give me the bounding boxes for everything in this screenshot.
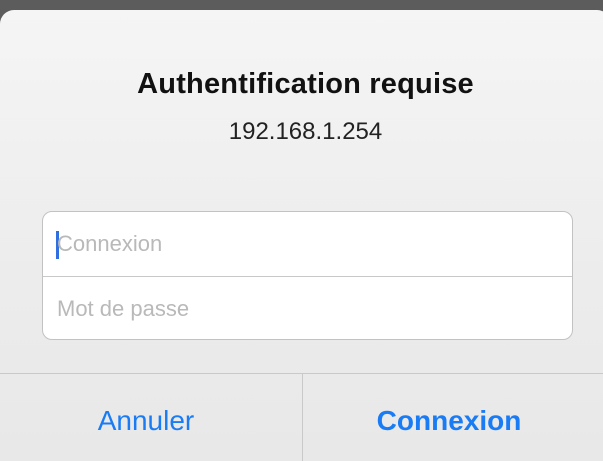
screen: Authentification requise 192.168.1.254 A…	[0, 0, 603, 461]
dialog-button-bar: Annuler Connexion	[0, 373, 603, 461]
password-input[interactable]	[43, 277, 572, 339]
auth-dialog: Authentification requise 192.168.1.254 A…	[0, 10, 603, 461]
connect-button[interactable]: Connexion	[303, 374, 603, 461]
dialog-host-address: 192.168.1.254	[228, 118, 383, 145]
cancel-button[interactable]: Annuler	[0, 374, 303, 461]
dialog-title: Authentification requise	[137, 68, 474, 100]
login-input[interactable]	[43, 212, 572, 276]
credentials-field-group	[42, 211, 573, 340]
login-field	[43, 212, 572, 276]
password-field	[43, 276, 572, 339]
